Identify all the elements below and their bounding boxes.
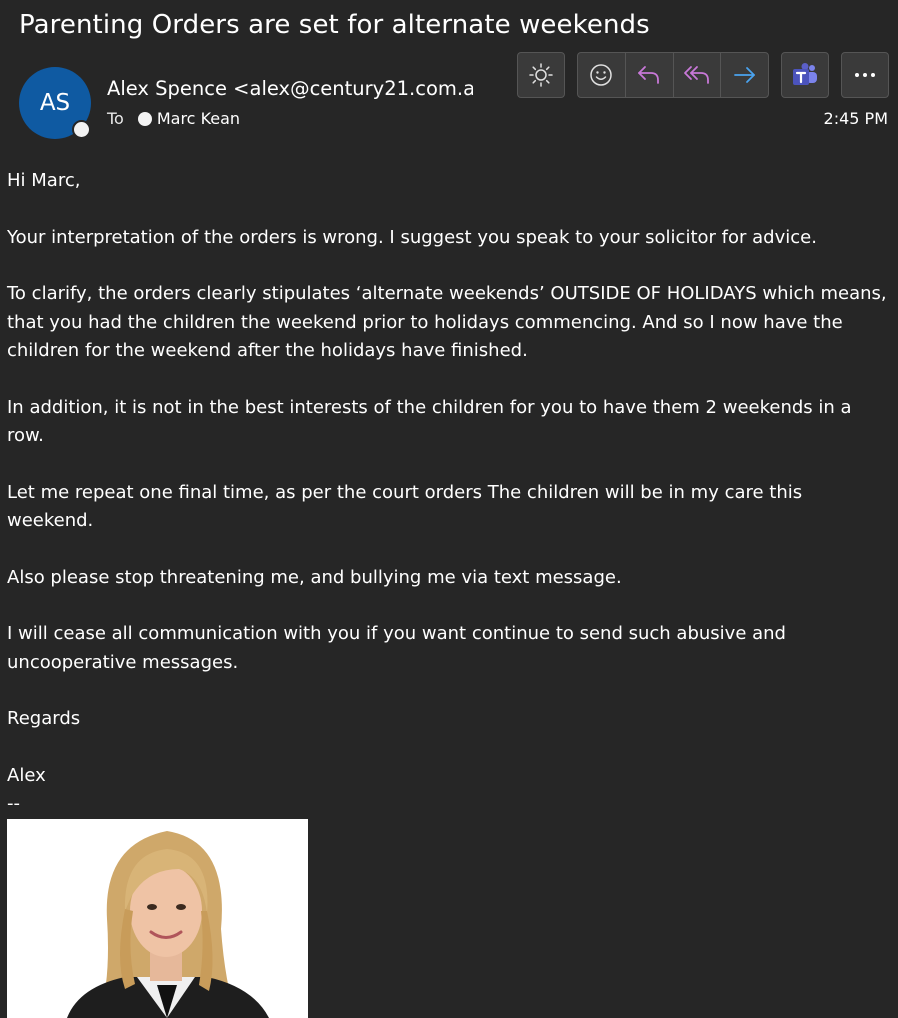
reply-icon bbox=[638, 66, 660, 84]
brightness-icon bbox=[529, 63, 553, 87]
paragraph-5: Also please stop threatening me, and bul… bbox=[7, 566, 622, 588]
brightness-button[interactable] bbox=[517, 52, 565, 98]
recipient-name[interactable]: Marc Kean bbox=[157, 109, 240, 128]
more-icon bbox=[855, 73, 875, 77]
more-options-button[interactable] bbox=[841, 52, 889, 98]
email-time: 2:45 PM bbox=[823, 109, 888, 128]
recipient-line: To Marc Kean bbox=[107, 109, 240, 128]
paragraph-6: I will cease all communication with you … bbox=[7, 623, 786, 673]
message-body: Hi Marc, Your interpretation of the orde… bbox=[7, 167, 892, 819]
avatar-initials: AS bbox=[39, 90, 71, 116]
teams-button[interactable] bbox=[781, 52, 829, 98]
emoji-icon bbox=[590, 64, 613, 86]
paragraph-1: Your interpretation of the orders is wro… bbox=[7, 226, 817, 248]
forward-button[interactable] bbox=[721, 53, 768, 97]
message-actions-group bbox=[577, 52, 769, 98]
sender-name[interactable]: Alex Spence <alex@century21.com.au bbox=[107, 77, 473, 100]
reply-all-icon bbox=[683, 66, 709, 84]
paragraph-4: Let me repeat one final time, as per the… bbox=[7, 481, 803, 532]
greeting: Hi Marc, bbox=[7, 170, 81, 191]
signature-name: Alex bbox=[7, 764, 46, 786]
paragraph-2: To clarify, the orders clearly stipulate… bbox=[7, 283, 887, 361]
reply-all-button[interactable] bbox=[674, 53, 722, 97]
forward-icon bbox=[733, 67, 755, 83]
email-subject: Parenting Orders are set for alternate w… bbox=[19, 10, 650, 40]
presence-status-icon bbox=[72, 120, 91, 139]
closing: Regards bbox=[7, 708, 81, 729]
teams-icon bbox=[793, 63, 817, 85]
signature-photo bbox=[7, 819, 308, 1018]
reply-button[interactable] bbox=[626, 53, 674, 97]
recipient-presence-icon bbox=[137, 111, 152, 126]
signature-separator: -- bbox=[7, 793, 20, 814]
emoji-button[interactable] bbox=[578, 53, 626, 97]
to-label: To bbox=[107, 109, 124, 128]
paragraph-3: In addition, it is not in the best inter… bbox=[7, 396, 852, 447]
